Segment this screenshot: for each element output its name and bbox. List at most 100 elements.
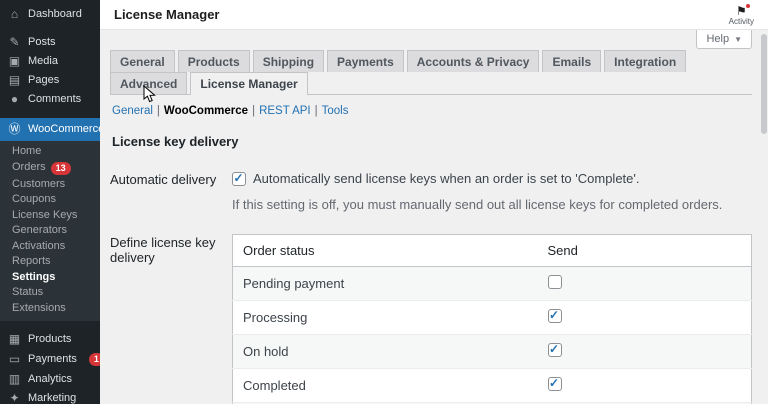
- media-icon: ▣: [8, 54, 21, 68]
- submenu-label: Orders: [12, 161, 46, 174]
- activity-flag-icon: ⚑: [735, 4, 750, 18]
- settings-content: General Products Shipping Payments Accounts …: [100, 30, 768, 404]
- sidebar-item-dashboard[interactable]: ⌂ Dashboard: [0, 5, 100, 24]
- settings-tab-bar: General Products Shipping Payments Accounts …: [110, 50, 752, 95]
- subnav-separator: |: [252, 105, 256, 117]
- submenu-label: Extensions: [12, 301, 66, 314]
- sidebar-item-pages[interactable]: ▤ Pages: [0, 71, 100, 90]
- subnav-link-tools[interactable]: Tools: [322, 105, 349, 117]
- menu-separator: [0, 321, 100, 330]
- woocommerce-submenu: Home Orders 13 Customers Coupons License…: [0, 141, 100, 321]
- dashboard-icon: ⌂: [10, 7, 19, 21]
- page-header: License Manager ⚑ Activity: [100, 0, 768, 30]
- tab-advanced[interactable]: Advanced: [110, 72, 188, 94]
- subnav-link-woocommerce[interactable]: WooCommerce: [164, 105, 248, 117]
- order-status-cell: Pending payment: [243, 276, 345, 291]
- activity-label: Activity: [728, 17, 754, 26]
- submenu-label: Customers: [12, 177, 66, 190]
- sidebar-item-label: Marketing: [28, 392, 77, 404]
- tab-license-manager[interactable]: License Manager: [190, 72, 308, 95]
- pages-icon: ▤: [8, 73, 21, 87]
- sidebar-item-payments[interactable]: ▭ Payments 1: [0, 349, 100, 370]
- sidebar-item-label: Media: [28, 55, 58, 67]
- sidebar-item-products[interactable]: ▦ Products: [0, 330, 100, 349]
- activity-button[interactable]: ⚑ Activity: [729, 3, 754, 26]
- automatic-delivery-checkbox-label: Automatically send license keys when an …: [253, 171, 640, 186]
- send-checkbox-completed[interactable]: [547, 376, 562, 391]
- delivery-table-label: Define license key delivery: [110, 235, 216, 265]
- section-heading: License key delivery: [112, 134, 239, 149]
- sidebar-item-comments[interactable]: ● Comments: [0, 90, 100, 109]
- subnav-separator: |: [314, 105, 318, 117]
- comments-icon: ●: [10, 92, 19, 106]
- send-checkbox-processing[interactable]: [547, 308, 562, 323]
- submenu-item-orders[interactable]: Orders 13: [0, 160, 100, 177]
- subnav-link-rest-api[interactable]: REST API: [259, 105, 311, 117]
- sidebar-item-label: WooCommerce: [28, 123, 100, 135]
- table-row: Completed: [232, 368, 752, 403]
- sidebar-item-label: Payments: [28, 353, 77, 365]
- sidebar-item-posts[interactable]: ✎ Posts: [0, 33, 100, 52]
- submenu-label: Home: [12, 145, 42, 157]
- table-row: Processing: [232, 300, 752, 335]
- submenu-item-generators[interactable]: Generators: [0, 223, 100, 239]
- submenu-label: Coupons: [12, 193, 57, 205]
- delivery-table-row: Define license key delivery Order status…: [110, 234, 752, 404]
- sidebar-item-label: Analytics: [28, 373, 73, 385]
- delivery-table-field: Order status Send Pending payment Proces…: [232, 234, 752, 404]
- submenu-item-customers[interactable]: Customers: [0, 177, 100, 193]
- submenu-item-license-keys[interactable]: License Keys: [0, 208, 100, 224]
- submenu-item-reports[interactable]: Reports: [0, 254, 100, 270]
- automatic-delivery-checkbox[interactable]: [232, 171, 246, 186]
- sidebar-item-marketing[interactable]: ✦ Marketing: [0, 389, 100, 404]
- tab-products[interactable]: Products: [177, 50, 250, 72]
- submenu-item-settings[interactable]: Settings: [0, 270, 100, 286]
- order-status-cell: On hold: [243, 344, 289, 359]
- tab-shipping[interactable]: Shipping: [252, 50, 325, 72]
- submenu-label: Settings: [12, 270, 56, 283]
- help-dropdown[interactable]: Help ▼: [696, 30, 752, 49]
- sidebar-item-media[interactable]: ▣ Media: [0, 52, 100, 71]
- sidebar-item-label: Dashboard: [28, 8, 82, 20]
- column-header-send: Send: [537, 234, 752, 267]
- woocommerce-icon: Ⓦ: [8, 122, 21, 136]
- sidebar-item-analytics[interactable]: ▥ Analytics: [0, 370, 100, 389]
- sidebar-item-label: Products: [28, 333, 72, 345]
- submenu-label: Reports: [12, 255, 51, 267]
- submenu-item-coupons[interactable]: Coupons: [0, 192, 100, 208]
- automatic-delivery-description: If this setting is off, you must manuall…: [232, 197, 723, 212]
- automatic-delivery-row: Automatic delivery Automatically send li…: [110, 171, 752, 213]
- table-row: Pending payment: [232, 266, 752, 301]
- order-status-table: Order status Send Pending payment Proces…: [232, 234, 752, 404]
- order-status-cell: Completed: [243, 378, 306, 393]
- sidebar-item-woocommerce[interactable]: Ⓦ WooCommerce: [0, 118, 100, 141]
- submenu-item-extensions[interactable]: Extensions: [0, 301, 100, 317]
- scrollbar-thumb[interactable]: [761, 34, 767, 134]
- sidebar-item-label: Comments: [28, 93, 82, 105]
- marketing-icon: ✦: [9, 391, 20, 404]
- payments-count-badge: 1: [88, 353, 100, 366]
- chevron-down-icon: ▼: [734, 34, 742, 44]
- tab-accounts-privacy[interactable]: Accounts & Privacy: [406, 50, 540, 72]
- subnav-link-general[interactable]: General: [112, 105, 153, 117]
- table-row: On hold: [232, 334, 752, 369]
- send-checkbox-on-hold[interactable]: [547, 342, 562, 357]
- submenu-item-activations[interactable]: Activations: [0, 239, 100, 255]
- submenu-label: License Keys: [12, 208, 78, 221]
- submenu-item-status[interactable]: Status: [0, 285, 100, 301]
- tab-payments[interactable]: Payments: [327, 50, 404, 72]
- analytics-icon: ▥: [8, 372, 21, 386]
- submenu-item-home[interactable]: Home: [0, 144, 100, 160]
- submenu-label: Status: [12, 286, 44, 298]
- menu-separator: [0, 24, 100, 33]
- automatic-delivery-option: Automatically send license keys when an …: [232, 171, 722, 186]
- help-label: Help: [706, 33, 730, 45]
- table-header-row: Order status Send: [232, 234, 752, 267]
- subnav-separator: |: [156, 105, 160, 117]
- send-checkbox-pending-payment[interactable]: [547, 275, 562, 289]
- automatic-delivery-field: Automatically send license keys when an …: [232, 171, 722, 212]
- tab-integration[interactable]: Integration: [604, 50, 687, 72]
- orders-count-badge: 13: [50, 161, 71, 175]
- tab-general[interactable]: General: [110, 50, 175, 72]
- tab-emails[interactable]: Emails: [542, 50, 602, 72]
